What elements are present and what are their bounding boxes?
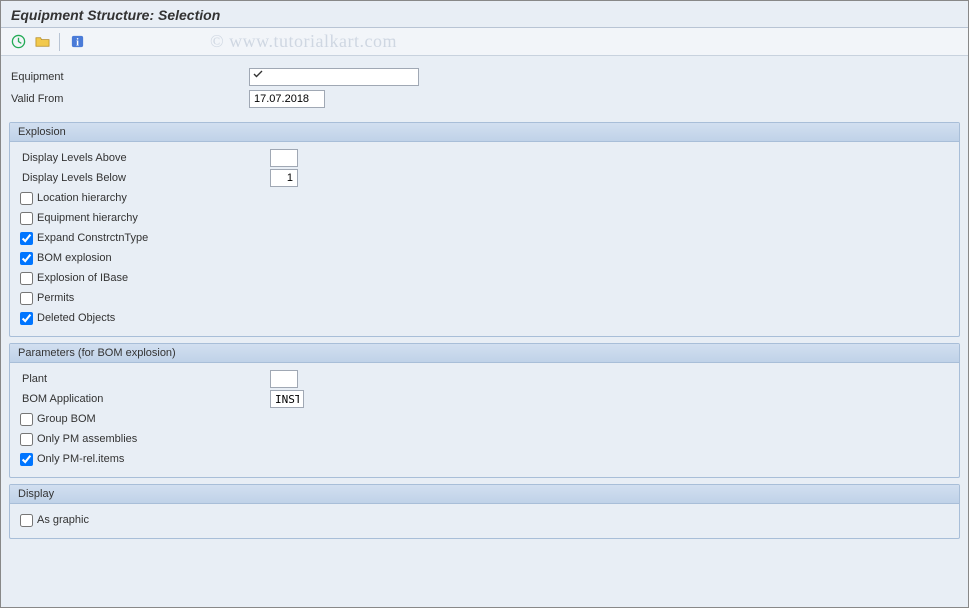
variant-button[interactable] <box>31 32 53 52</box>
bom-explosion-label: BOM explosion <box>37 252 112 264</box>
only-pm-rel-items-checkbox[interactable] <box>20 453 33 466</box>
group-bom-label: Group BOM <box>37 413 96 425</box>
only-pm-rel-items-label: Only PM-rel.items <box>37 453 124 465</box>
levels-above-input[interactable] <box>270 149 298 167</box>
info-button[interactable]: i <box>66 32 88 52</box>
valid-from-row: Valid From <box>9 88 960 110</box>
plant-input[interactable] <box>270 370 298 388</box>
location-hierarchy-label: Location hierarchy <box>37 192 127 204</box>
info-icon: i <box>70 34 85 49</box>
expand-constrctn-checkbox[interactable] <box>20 232 33 245</box>
bom-explosion-checkbox[interactable] <box>20 252 33 265</box>
levels-below-input[interactable] <box>270 169 298 187</box>
page-title: Equipment Structure: Selection <box>11 7 958 23</box>
bom-application-label: BOM Application <box>20 393 270 405</box>
parameters-header: Parameters (for BOM explosion) <box>10 344 959 363</box>
deleted-objects-label: Deleted Objects <box>37 312 115 324</box>
group-bom-checkbox[interactable] <box>20 413 33 426</box>
bom-application-input[interactable] <box>270 390 304 408</box>
levels-above-label: Display Levels Above <box>20 152 270 164</box>
clock-execute-icon <box>11 34 26 49</box>
deleted-objects-checkbox[interactable] <box>20 312 33 325</box>
toolbar-separator <box>59 33 60 51</box>
plant-label: Plant <box>20 373 270 385</box>
toolbar: i © www.tutorialkart.com <box>1 28 968 56</box>
explosion-ibase-label: Explosion of IBase <box>37 272 128 284</box>
only-pm-assemblies-label: Only PM assemblies <box>37 433 137 445</box>
expand-constrctn-label: Expand ConstrctnType <box>37 232 148 244</box>
execute-button[interactable] <box>7 32 29 52</box>
levels-below-label: Display Levels Below <box>20 172 270 184</box>
title-bar: Equipment Structure: Selection <box>1 1 968 28</box>
equipment-label: Equipment <box>9 71 249 83</box>
svg-text:i: i <box>76 37 79 48</box>
permits-checkbox[interactable] <box>20 292 33 305</box>
folder-icon <box>35 34 50 49</box>
display-header: Display <box>10 485 959 504</box>
valid-from-input[interactable] <box>249 90 325 108</box>
as-graphic-label: As graphic <box>37 514 89 526</box>
as-graphic-checkbox[interactable] <box>20 514 33 527</box>
equipment-hierarchy-checkbox[interactable] <box>20 212 33 225</box>
explosion-ibase-checkbox[interactable] <box>20 272 33 285</box>
equipment-input[interactable] <box>249 68 419 86</box>
equipment-row: Equipment <box>9 66 960 88</box>
explosion-header: Explosion <box>10 123 959 142</box>
permits-label: Permits <box>37 292 74 304</box>
watermark-text: © www.tutorialkart.com <box>210 31 397 52</box>
only-pm-assemblies-checkbox[interactable] <box>20 433 33 446</box>
location-hierarchy-checkbox[interactable] <box>20 192 33 205</box>
valid-from-label: Valid From <box>9 93 249 105</box>
equipment-hierarchy-label: Equipment hierarchy <box>37 212 138 224</box>
display-group: Display As graphic <box>9 484 960 539</box>
explosion-group: Explosion Display Levels Above Display L… <box>9 122 960 337</box>
content-area: Equipment Valid From Explosion Display L… <box>1 56 968 549</box>
parameters-group: Parameters (for BOM explosion) Plant BOM… <box>9 343 960 478</box>
